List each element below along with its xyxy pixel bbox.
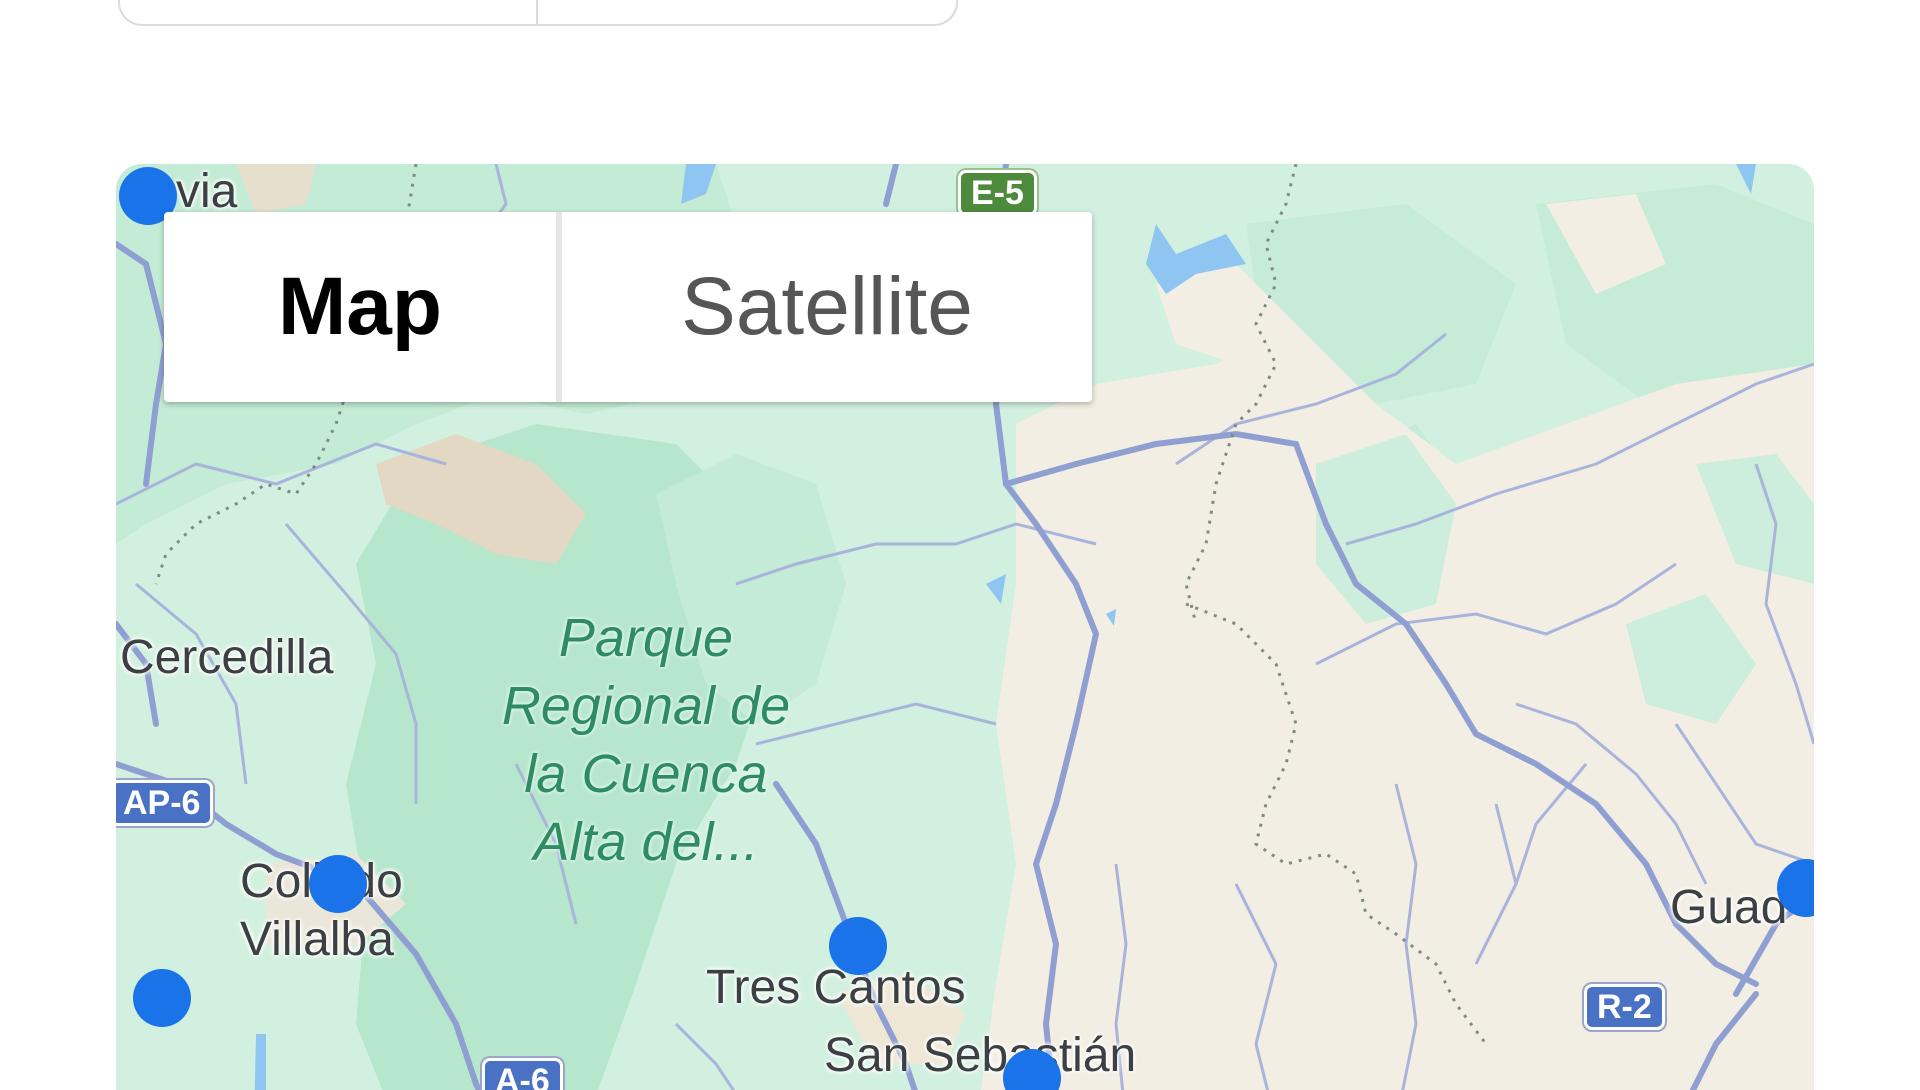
map-viewport[interactable]: via Cercedilla Collado Villalba Tres Can… xyxy=(116,164,1814,1090)
map-type-control: Map Satellite xyxy=(164,212,1092,402)
location-marker[interactable] xyxy=(309,855,367,913)
label-tres-cantos: Tres Cantos xyxy=(706,961,966,1014)
label-park: Parque Regional de la Cuenca Alta del... xyxy=(501,608,791,872)
label-cercedilla: Cercedilla xyxy=(120,631,334,684)
location-marker[interactable] xyxy=(829,917,887,975)
map-type-satellite-button[interactable]: Satellite xyxy=(562,212,1092,402)
road-shield-e5: E-5 xyxy=(958,170,1037,216)
page: via Cercedilla Collado Villalba Tres Can… xyxy=(0,0,1920,1090)
road-shield-r2: R-2 xyxy=(1584,984,1665,1030)
location-marker[interactable] xyxy=(133,969,191,1027)
label-villalba: Villalba xyxy=(240,913,394,966)
label-san-sebastian: San Sebastián xyxy=(824,1029,1137,1082)
map-type-map-button[interactable]: Map xyxy=(164,212,556,402)
road-shield-ap6: AP-6 xyxy=(116,780,214,826)
label-guadalajara: Guad xyxy=(1670,881,1788,934)
segment-divider xyxy=(536,0,538,24)
top-segmented-control[interactable] xyxy=(118,0,958,26)
road-shield-a6: A-6 xyxy=(482,1058,563,1090)
label-segovia: via xyxy=(176,165,238,218)
